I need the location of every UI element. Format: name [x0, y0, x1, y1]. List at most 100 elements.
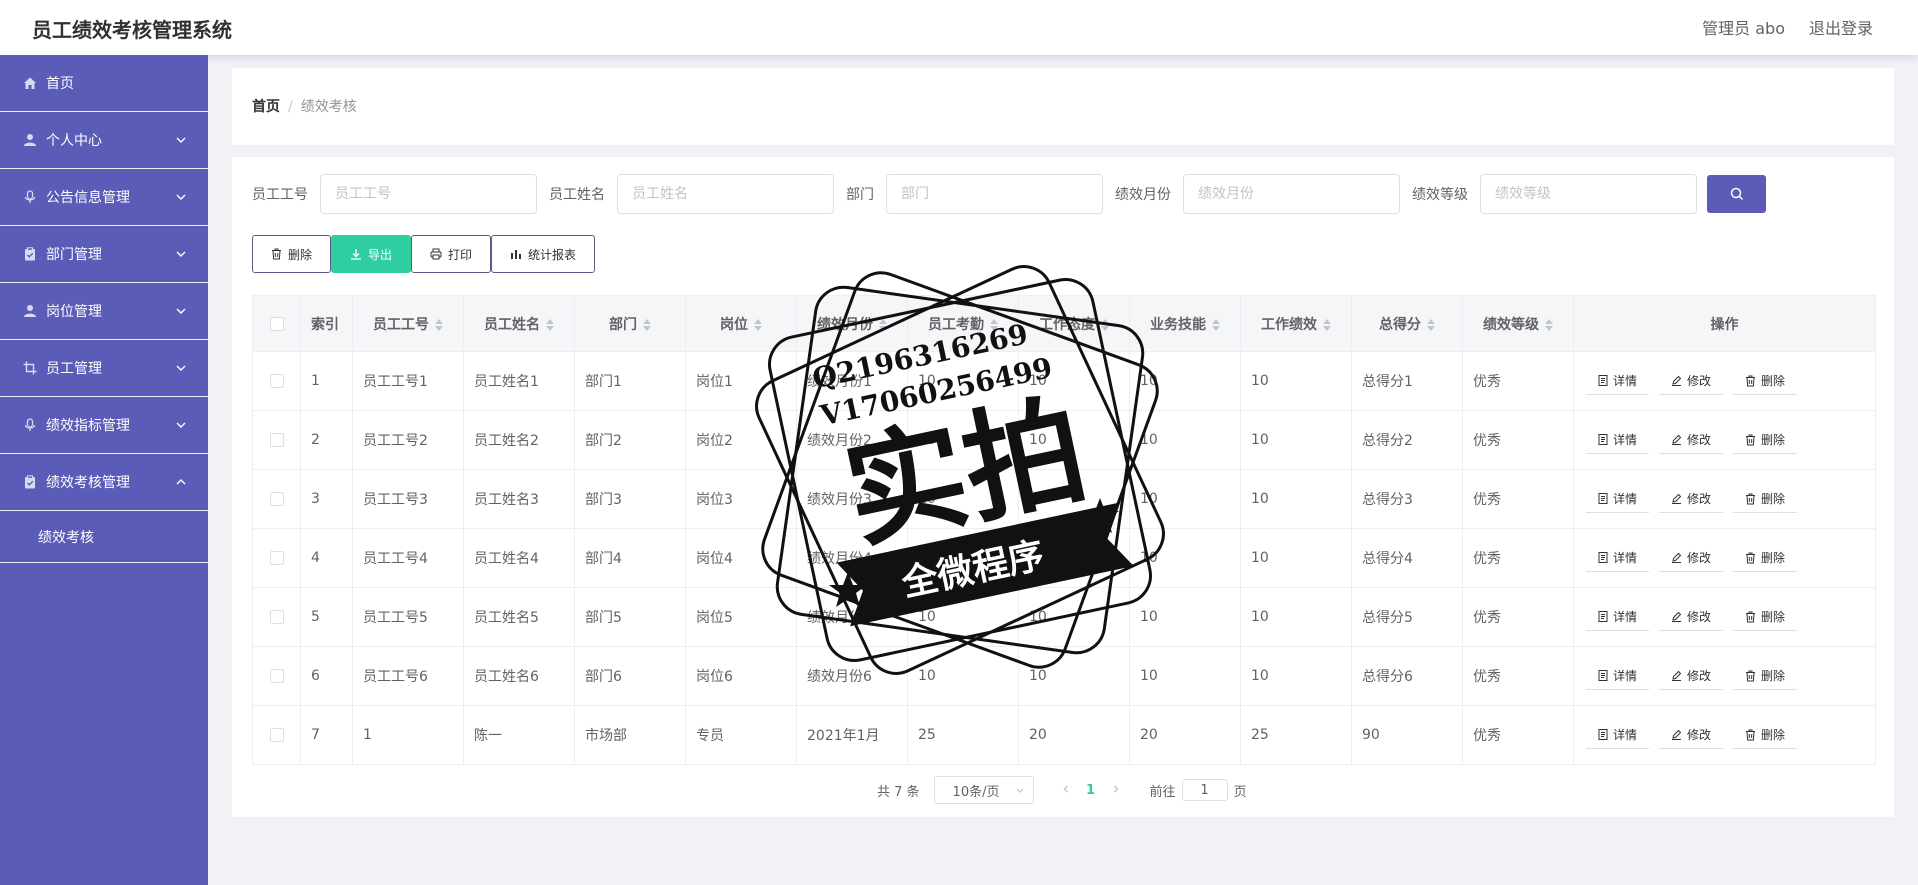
sidebar-item-departments[interactable]: 部门管理: [0, 226, 208, 283]
row-checkbox[interactable]: [269, 492, 284, 506]
edit-button[interactable]: 修改: [1659, 485, 1724, 513]
sort-icon[interactable]: [546, 318, 554, 332]
sidebar-item-positions[interactable]: 岗位管理: [0, 283, 208, 340]
edit-button[interactable]: 修改: [1659, 544, 1724, 572]
emp-name-input[interactable]: [617, 174, 834, 214]
table-cell: 员工工号3: [352, 469, 464, 529]
row-delete-button[interactable]: 删除: [1733, 485, 1798, 513]
header-user-area: 管理员 abo 退出登录: [1702, 15, 1873, 39]
column-header[interactable]: 岗位: [685, 295, 797, 352]
search-label-emp-name: 员工姓名: [549, 187, 605, 203]
detail-button[interactable]: 详情: [1586, 367, 1650, 395]
edit-icon: [1672, 493, 1682, 504]
sort-icon[interactable]: [1323, 318, 1331, 332]
search-button[interactable]: [1707, 175, 1766, 213]
goto-page-input[interactable]: [1181, 779, 1228, 801]
export-button[interactable]: 导出: [331, 235, 412, 273]
edit-button[interactable]: 修改: [1659, 426, 1724, 454]
column-header-label: 总得分: [1379, 316, 1421, 333]
row-select-cell: [252, 646, 301, 706]
edit-button[interactable]: 修改: [1659, 603, 1724, 631]
page-size-select[interactable]: 10条/页: [933, 776, 1034, 804]
select-all-checkbox[interactable]: [269, 316, 284, 331]
crop-icon: [22, 360, 38, 376]
column-header[interactable]: 员工考勤: [907, 295, 1019, 352]
detail-button[interactable]: 详情: [1586, 662, 1650, 690]
sort-icon[interactable]: [643, 318, 651, 332]
sidebar-item-appraisal[interactable]: 绩效考核管理: [0, 454, 208, 511]
row-checkbox[interactable]: [269, 728, 284, 742]
prev-page-button[interactable]: [1056, 783, 1076, 798]
row-delete-button[interactable]: 删除: [1733, 662, 1798, 690]
detail-button[interactable]: 详情: [1586, 544, 1650, 572]
sidebar-item-kpi[interactable]: 绩效指标管理: [0, 397, 208, 454]
sidebar-item-profile[interactable]: 个人中心: [0, 112, 208, 169]
sort-icon[interactable]: [879, 318, 887, 332]
column-header[interactable]: 工作绩效: [1240, 295, 1352, 352]
column-header[interactable]: 业务技能: [1129, 295, 1241, 352]
detail-button[interactable]: 详情: [1586, 485, 1650, 513]
column-header[interactable]: 员工工号: [352, 295, 464, 352]
row-checkbox[interactable]: [269, 374, 284, 388]
detail-button[interactable]: 详情: [1586, 426, 1650, 454]
row-checkbox[interactable]: [269, 433, 284, 447]
page-number-current[interactable]: 1: [1076, 783, 1106, 798]
column-header-label: 员工姓名: [484, 316, 540, 333]
breadcrumb-home[interactable]: 首页: [252, 99, 280, 115]
dept-input[interactable]: [886, 174, 1103, 214]
table-cell: 员工姓名1: [463, 351, 575, 411]
table-cell: 10: [1240, 646, 1352, 706]
column-header[interactable]: 部门: [574, 295, 686, 352]
sidebar-subitem-appraisal[interactable]: 绩效考核: [0, 511, 208, 563]
row-delete-button[interactable]: 删除: [1733, 426, 1798, 454]
row-delete-button[interactable]: 删除: [1733, 367, 1798, 395]
row-delete-button[interactable]: 删除: [1733, 603, 1798, 631]
emp-no-input[interactable]: [320, 174, 537, 214]
row-delete-button[interactable]: 删除: [1733, 721, 1798, 749]
column-header[interactable]: 总得分: [1351, 295, 1463, 352]
row-checkbox[interactable]: [269, 669, 284, 683]
detail-button[interactable]: 详情: [1586, 603, 1650, 631]
sort-icon[interactable]: [1212, 318, 1220, 332]
home-icon: [22, 75, 38, 91]
sort-icon[interactable]: [1101, 318, 1109, 332]
report-button[interactable]: 统计报表: [491, 235, 596, 273]
sidebar-item-notices[interactable]: 公告信息管理: [0, 169, 208, 226]
column-header-label: 岗位: [720, 316, 748, 333]
detail-label: 详情: [1613, 669, 1638, 683]
table-cell: 6: [300, 646, 353, 706]
logout-button[interactable]: 退出登录: [1809, 15, 1873, 39]
edit-button[interactable]: 修改: [1659, 662, 1724, 690]
current-user[interactable]: 管理员 abo: [1702, 15, 1785, 39]
table-cell: 20: [1018, 705, 1130, 765]
grade-input[interactable]: [1480, 174, 1697, 214]
detail-button[interactable]: 详情: [1586, 721, 1650, 749]
sort-icon[interactable]: [435, 318, 443, 332]
sort-icon[interactable]: [1545, 318, 1553, 332]
search-icon: [1730, 187, 1743, 201]
delete-button[interactable]: 删除: [252, 235, 332, 273]
sort-icon[interactable]: [990, 318, 998, 332]
sidebar-item-employees[interactable]: 员工管理: [0, 340, 208, 397]
row-checkbox[interactable]: [269, 551, 284, 565]
chevron-right-icon: [1113, 785, 1118, 792]
print-button[interactable]: 打印: [411, 235, 492, 273]
row-select-cell: [252, 410, 301, 470]
edit-button[interactable]: 修改: [1659, 367, 1724, 395]
sort-icon[interactable]: [1427, 318, 1435, 332]
column-header[interactable]: 员工姓名: [463, 295, 575, 352]
next-page-button[interactable]: [1106, 783, 1126, 798]
edit-label: 修改: [1687, 728, 1712, 742]
row-delete-button[interactable]: 删除: [1733, 544, 1798, 572]
column-header[interactable]: 绩效等级: [1462, 295, 1574, 352]
sidebar-item-home[interactable]: 首页: [0, 55, 208, 112]
trash-icon: [272, 248, 281, 260]
column-header[interactable]: 绩效月份: [796, 295, 908, 352]
column-header-label: 绩效等级: [1483, 316, 1539, 333]
chevron-down-icon: [1016, 788, 1023, 793]
sort-icon[interactable]: [754, 318, 762, 332]
column-header[interactable]: 工作态度: [1018, 295, 1130, 352]
month-input[interactable]: [1183, 174, 1400, 214]
edit-button[interactable]: 修改: [1659, 721, 1724, 749]
row-checkbox[interactable]: [269, 610, 284, 624]
